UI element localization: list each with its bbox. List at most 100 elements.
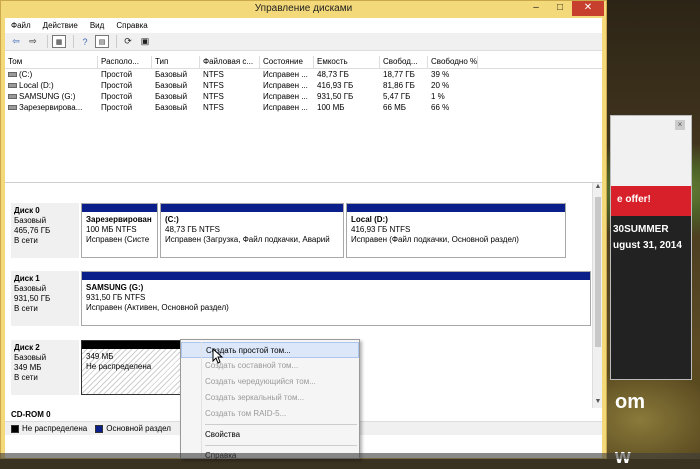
cell-free: 81,86 ГБ	[383, 81, 415, 90]
title-bar[interactable]: Управление дисками – □ ✕	[1, 1, 606, 18]
primary-partition-bar	[82, 204, 157, 212]
forward-icon[interactable]: ⇨	[26, 35, 40, 48]
partition-g[interactable]: SAMSUNG (G:) 931,50 ГБ NTFS Исправен (Ак…	[81, 271, 591, 326]
partition-size: 100 МБ NTFS	[86, 225, 137, 234]
primary-partition-bar	[82, 272, 590, 280]
disk-name: Диск 1	[14, 274, 40, 283]
table-row[interactable]: (C:) Простой Базовый NTFS Исправен ... 4…	[5, 69, 602, 80]
cell-volume: Зарезервирова...	[19, 103, 83, 112]
partition-reserved[interactable]: Зарезервирован 100 МБ NTFS Исправен (Сис…	[81, 203, 158, 258]
ad-text-3: ugust 31, 2014	[613, 240, 682, 251]
col-header-free-percent[interactable]: Свободно %	[428, 56, 478, 68]
legend-primary-swatch	[95, 424, 104, 433]
table-row[interactable]: Local (D:) Простой Базовый NTFS Исправен…	[5, 80, 602, 91]
cell-filesystem: NTFS	[203, 70, 224, 79]
ad-text-big-1: om	[615, 391, 645, 413]
disk-size: 349 МБ	[14, 363, 42, 372]
cell-type: Базовый	[155, 92, 188, 101]
menu-file[interactable]: Файл	[11, 21, 31, 30]
table-row[interactable]: SAMSUNG (G:) Простой Базовый NTFS Исправ…	[5, 91, 602, 102]
menu-action[interactable]: Действие	[43, 21, 78, 30]
legend-unallocated: Не распределена	[22, 424, 88, 433]
mouse-cursor-icon	[212, 348, 224, 364]
volume-icon	[8, 83, 17, 89]
scroll-down-icon[interactable]: ▼	[593, 398, 603, 408]
disk-type: Базовый	[14, 353, 47, 362]
disk-status: В сети	[14, 236, 38, 245]
cdrom-label[interactable]: CD-ROM 0	[11, 410, 51, 419]
cell-capacity: 100 МБ	[317, 103, 345, 112]
taskbar	[0, 453, 700, 459]
refresh-icon[interactable]: ⟳	[121, 35, 135, 48]
partition-name: SAMSUNG (G:)	[86, 283, 144, 292]
scroll-up-icon[interactable]: ▲	[593, 183, 603, 193]
volume-icon	[8, 105, 17, 111]
col-header-filesystem[interactable]: Файловая с...	[200, 56, 260, 68]
toolbar-separator	[116, 35, 117, 48]
menu-separator	[205, 424, 357, 425]
cell-layout: Простой	[101, 92, 133, 101]
menu-help[interactable]: Справка	[116, 21, 147, 30]
partition-state: Исправен (Активен, Основной раздел)	[86, 303, 229, 312]
minimize-button[interactable]: –	[524, 1, 548, 16]
volume-icon	[8, 72, 17, 78]
menu-item-new-raid5-volume[interactable]: Создать том RAID-5...	[181, 406, 359, 422]
maximize-button[interactable]: □	[548, 1, 572, 16]
menu-view[interactable]: Вид	[90, 21, 104, 30]
close-button[interactable]: ✕	[572, 1, 604, 16]
partition-size: 416,93 ГБ NTFS	[351, 225, 411, 234]
export-icon[interactable]: ▣	[138, 35, 152, 48]
cell-free-percent: 66 %	[431, 103, 450, 112]
ad-close-icon[interactable]: ×	[675, 120, 685, 130]
menu-item-properties[interactable]: Свойства	[181, 427, 359, 443]
disk-1-label[interactable]: Диск 1 Базовый 931,50 ГБ В сети	[11, 271, 79, 326]
grid-icon[interactable]: ▦	[52, 35, 66, 48]
table-row[interactable]: Зарезервирова... Простой Базовый NTFS Ис…	[5, 102, 602, 113]
menu-item-new-simple-volume[interactable]: Создать простой том...	[181, 342, 359, 358]
partition-name: (C:)	[165, 215, 179, 224]
menu-gutter	[201, 342, 202, 456]
cell-volume: (C:)	[19, 70, 33, 79]
disk-size: 465,76 ГБ	[14, 226, 51, 235]
menu-separator	[205, 445, 357, 446]
col-header-volume[interactable]: Том	[5, 56, 98, 68]
col-header-type[interactable]: Тип	[152, 56, 200, 68]
window-title: Управление дисками	[254, 3, 353, 14]
disk-0-label[interactable]: Диск 0 Базовый 465,76 ГБ В сети	[11, 203, 79, 258]
cell-type: Базовый	[155, 103, 188, 112]
disk-type: Базовый	[14, 284, 47, 293]
col-header-capacity[interactable]: Емкость	[314, 56, 380, 68]
cell-free-percent: 39 %	[431, 70, 450, 79]
partition-size: 48,73 ГБ NTFS	[165, 225, 220, 234]
volume-icon	[8, 94, 17, 100]
disk-2-label[interactable]: Диск 2 Базовый 349 МБ В сети	[11, 340, 79, 395]
menu-item-new-mirrored-volume[interactable]: Создать зеркальный том...	[181, 390, 359, 406]
partition-d[interactable]: Local (D:) 416,93 ГБ NTFS Исправен (Файл…	[346, 203, 566, 258]
partition-state: Исправен (Файл подкачки, Основной раздел…	[351, 235, 519, 244]
col-header-status[interactable]: Состояние	[260, 56, 314, 68]
volume-table: Том Располо... Тип Файловая с... Состоян…	[5, 56, 602, 183]
toolbar: ⇦ ⇨ ▦ ? ▤ ⟳ ▣	[5, 33, 602, 51]
cell-status: Исправен ...	[263, 92, 308, 101]
back-icon[interactable]: ⇦	[9, 35, 23, 48]
cell-status: Исправен ...	[263, 81, 308, 90]
cell-volume: Local (D:)	[19, 81, 54, 90]
col-header-layout[interactable]: Располо...	[98, 56, 152, 68]
primary-partition-bar	[347, 204, 565, 212]
partition-size: 931,50 ГБ NTFS	[86, 293, 146, 302]
menu-item-new-spanned-volume[interactable]: Создать составной том...	[181, 358, 359, 374]
toolbar-separator	[73, 35, 74, 48]
help-icon[interactable]: ?	[78, 35, 92, 48]
primary-partition-bar	[161, 204, 343, 212]
legend-primary: Основной раздел	[106, 424, 171, 433]
volume-table-header: Том Располо... Тип Файловая с... Состоян…	[5, 56, 602, 69]
disk-view-scrollbar[interactable]: ▲ ▼	[592, 183, 602, 408]
partition-state: Исправен (Загрузка, Файл подкачки, Авари…	[165, 235, 330, 244]
scrollbar-thumb[interactable]	[595, 197, 601, 347]
cell-free-percent: 1 %	[431, 92, 445, 101]
partition-c[interactable]: (C:) 48,73 ГБ NTFS Исправен (Загрузка, Ф…	[160, 203, 344, 258]
menu-item-new-striped-volume[interactable]: Создать чередующийся том...	[181, 374, 359, 390]
properties-icon[interactable]: ▤	[95, 35, 109, 48]
ad-text-1: e offer!	[617, 194, 651, 205]
col-header-free[interactable]: Свобод...	[380, 56, 428, 68]
